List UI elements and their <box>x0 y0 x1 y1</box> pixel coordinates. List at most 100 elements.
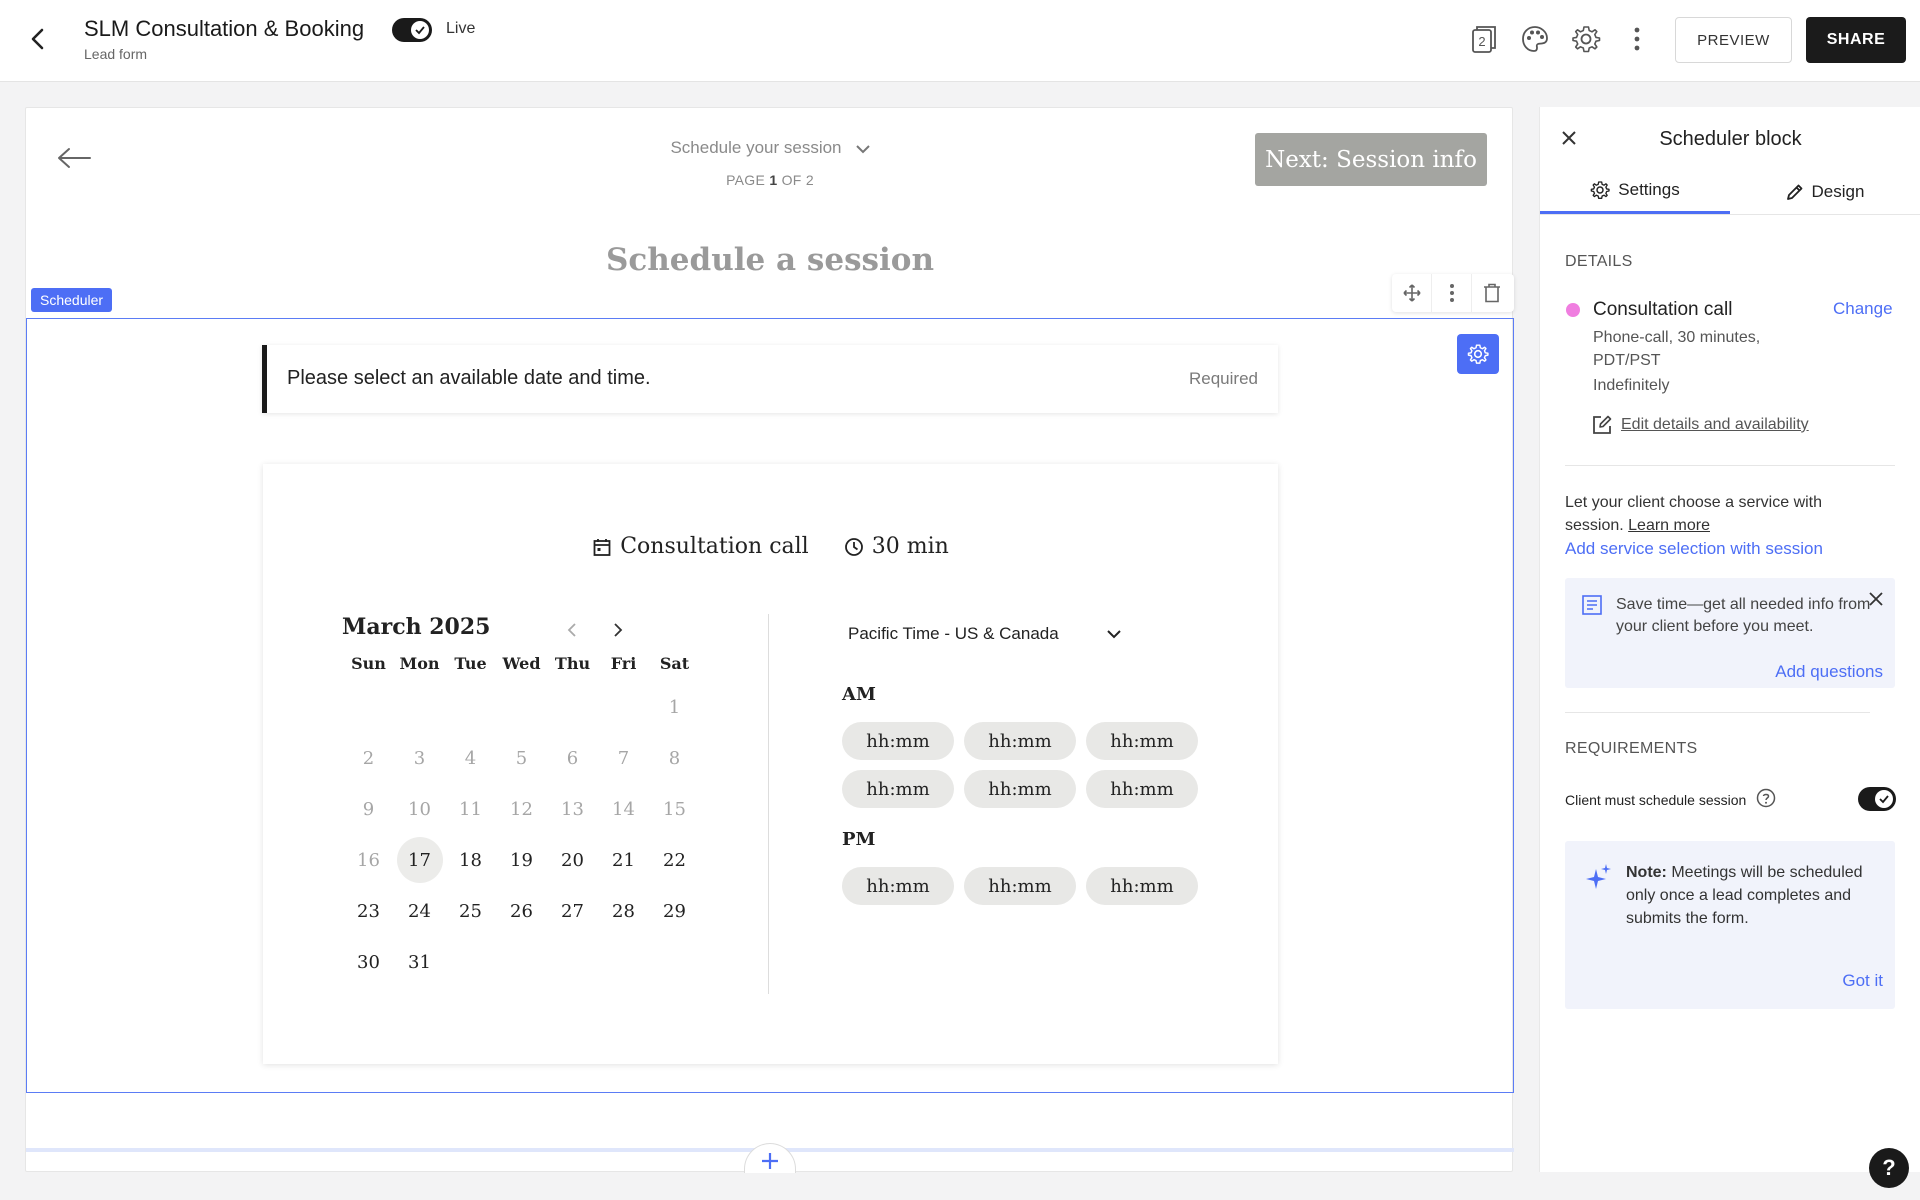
tip-card: Save time—get all needed info from your … <box>1565 578 1895 688</box>
add-service-selection-link[interactable]: Add service selection with session <box>1565 539 1823 559</box>
service-name: Consultation call <box>1593 299 1733 320</box>
pages-icon[interactable]: 2 <box>1467 22 1501 56</box>
more-vertical-icon[interactable] <box>1620 22 1654 56</box>
service-name: Consultation call <box>620 534 809 559</box>
calendar-day[interactable]: 30 <box>346 939 392 985</box>
live-toggle[interactable] <box>392 18 432 42</box>
calendar-day[interactable]: 24 <box>397 888 443 934</box>
calendar-day-selected[interactable]: 17 <box>396 837 443 883</box>
share-button[interactable]: SHARE <box>1806 17 1906 63</box>
calendar-day[interactable]: 23 <box>346 888 392 934</box>
scheduler-block[interactable]: Please select an available date and time… <box>26 318 1514 1093</box>
sparkle-icon <box>1585 863 1613 896</box>
am-slots: hh:mm hh:mm hh:mm hh:mm hh:mm hh:mm <box>842 722 1198 808</box>
got-it-link[interactable]: Got it <box>1842 971 1883 991</box>
duration-heading: 30 min <box>844 534 949 559</box>
plus-icon <box>762 1153 778 1169</box>
divider <box>1565 712 1870 713</box>
move-icon[interactable] <box>1392 274 1432 312</box>
chevron-left-icon[interactable] <box>560 618 584 642</box>
calendar-day[interactable]: 19 <box>499 837 545 883</box>
weekday-label: Fri <box>610 654 637 673</box>
note-card: Note: Meetings will be scheduled only on… <box>1565 841 1895 1009</box>
help-circle-icon[interactable] <box>1756 788 1776 811</box>
calendar-day[interactable]: 27 <box>550 888 596 934</box>
calendar-day: 5 <box>515 747 528 769</box>
calendar-day[interactable]: 26 <box>499 888 545 934</box>
section-title: Schedule a session <box>606 242 934 278</box>
weekday-label: Thu <box>554 654 591 673</box>
time-slot[interactable]: hh:mm <box>964 770 1076 808</box>
schedule-required-toggle[interactable] <box>1858 787 1896 811</box>
form-canvas: Schedule your session PAGE 1 OF 2 Next: … <box>25 107 1514 1173</box>
am-label: AM <box>842 684 876 705</box>
calendar-day: 1 <box>668 696 681 718</box>
edit-details-link[interactable]: Edit details and availability <box>1591 414 1809 436</box>
calendar-day[interactable]: 20 <box>550 837 596 883</box>
weekday-label: Wed <box>502 654 541 673</box>
page-prefix: PAGE <box>726 172 770 188</box>
calendar-day[interactable]: 29 <box>652 888 698 934</box>
tip-text: Save time—get all needed info from your … <box>1616 596 1871 635</box>
form-icon <box>1581 594 1603 621</box>
calendar-day[interactable]: 18 <box>448 837 494 883</box>
calendar-day[interactable]: 28 <box>601 888 647 934</box>
calendar-day[interactable]: 22 <box>652 837 698 883</box>
time-slot[interactable]: hh:mm <box>842 722 954 760</box>
trash-icon[interactable] <box>1472 274 1512 312</box>
more-vertical-icon[interactable] <box>1432 274 1472 312</box>
divider <box>768 614 769 994</box>
required-label: Required <box>1189 369 1258 388</box>
calendar-day[interactable]: 25 <box>448 888 494 934</box>
question-text: Please select an available date and time… <box>287 367 651 389</box>
calendar-grid: 1 2 3 4 5 6 7 8 9 10 11 12 13 14 15 16 17 18 19 20 21 22 23 24 2… <box>343 682 700 988</box>
chevron-right-icon[interactable] <box>606 618 630 642</box>
service-color-dot <box>1566 303 1580 317</box>
block-settings-icon[interactable] <box>1457 334 1499 374</box>
tab-settings[interactable]: Settings <box>1540 169 1730 214</box>
weekday-label: Sun <box>351 654 386 673</box>
calendar-day: 15 <box>663 798 686 820</box>
time-slot[interactable]: hh:mm <box>842 867 954 905</box>
time-slot[interactable]: hh:mm <box>964 722 1076 760</box>
help-button[interactable]: ? <box>1869 1148 1909 1188</box>
time-slot[interactable]: hh:mm <box>1086 867 1198 905</box>
timezone-select[interactable]: Pacific Time - US & Canada <box>848 624 1121 644</box>
time-slot[interactable]: hh:mm <box>842 770 954 808</box>
calendar-day: 14 <box>612 798 635 820</box>
learn-more-link[interactable]: Learn more <box>1628 517 1710 534</box>
palette-icon[interactable] <box>1518 22 1552 56</box>
pm-slots: hh:mm hh:mm hh:mm <box>842 867 1198 905</box>
next-page-button[interactable]: Next: Session info <box>1255 133 1487 186</box>
app-subtitle: Lead form <box>84 46 148 62</box>
time-slot[interactable]: hh:mm <box>1086 722 1198 760</box>
question-header[interactable]: Please select an available date and time… <box>262 345 1278 413</box>
calendar-day[interactable]: 21 <box>601 837 647 883</box>
close-icon[interactable] <box>1865 588 1887 610</box>
time-slot[interactable]: hh:mm <box>964 867 1076 905</box>
service-choice-text: Let your client choose a service with se… <box>1565 491 1885 537</box>
service-heading: Consultation call <box>592 534 809 559</box>
calendar-day: 13 <box>561 798 584 820</box>
requirements-label: REQUIREMENTS <box>1565 740 1698 757</box>
preview-button[interactable]: PREVIEW <box>1675 17 1792 63</box>
calendar-day: 10 <box>408 798 431 820</box>
calendar-day: 9 <box>362 798 375 820</box>
gear-icon <box>1590 181 1610 199</box>
back-icon[interactable] <box>22 24 52 54</box>
calendar-day[interactable]: 31 <box>397 939 443 985</box>
calendar-day: 4 <box>464 747 477 769</box>
live-label: Live <box>446 20 476 37</box>
time-slot[interactable]: hh:mm <box>1086 770 1198 808</box>
page-suffix: OF 2 <box>777 172 814 188</box>
scheduler-card: Consultation call 30 min March 2025 Sun M… <box>263 464 1278 1064</box>
tab-design[interactable]: Design <box>1730 169 1920 214</box>
weekday-label: Tue <box>454 654 487 673</box>
calendar-day: 6 <box>566 747 579 769</box>
change-link[interactable]: Change <box>1833 299 1893 319</box>
settings-gear-icon[interactable] <box>1569 22 1603 56</box>
calendar-day: 16 <box>357 849 380 871</box>
block-settings-panel: Scheduler block Settings Design DETAILS … <box>1539 107 1920 1172</box>
add-questions-link[interactable]: Add questions <box>1775 662 1883 682</box>
chevron-down-icon <box>1106 624 1121 644</box>
